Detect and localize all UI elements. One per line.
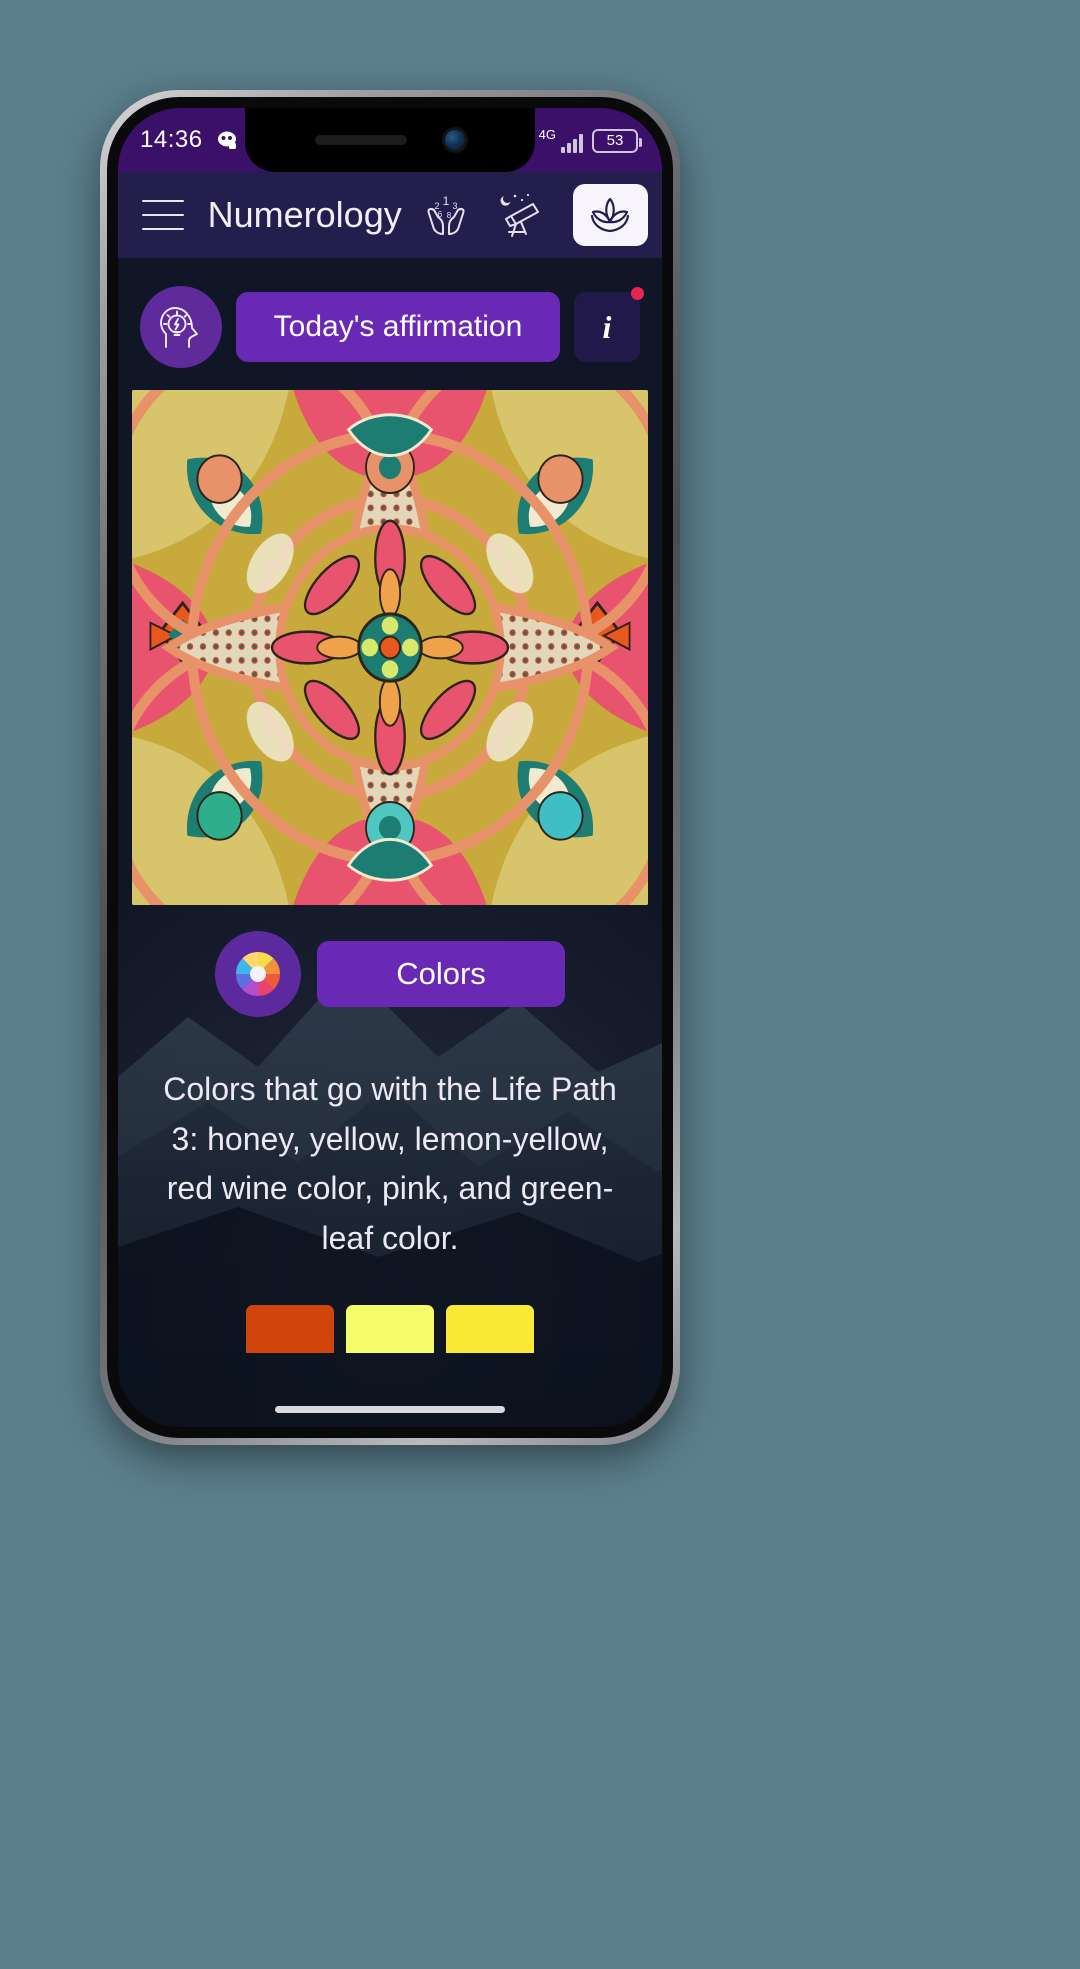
color-wheel-icon <box>235 951 281 997</box>
svg-text:1: 1 <box>443 194 450 208</box>
phone-screen: 14:36 4G 53 Numerology 1 2 3 6 8 Today's… <box>118 108 662 1427</box>
colors-button-label: Colors <box>396 956 486 991</box>
hamburger-menu-icon[interactable] <box>142 200 184 230</box>
color-swatch-row <box>118 1305 662 1354</box>
phone-bezel: 14:36 4G 53 Numerology 1 2 3 6 8 Today's… <box>107 97 673 1438</box>
info-label: i <box>602 308 612 345</box>
mandala-artwork[interactable] <box>132 390 648 905</box>
app-header: Numerology 1 2 3 6 8 <box>118 172 662 258</box>
svg-text:8: 8 <box>447 211 452 220</box>
head-lightbulb-icon <box>160 307 198 348</box>
affirmation-row: Today's affirmation i <box>118 258 662 368</box>
main-content: Today's affirmation i Colors Colors that… <box>118 258 662 1427</box>
signal-strength-icon <box>561 133 583 153</box>
network-type-label: 4G <box>538 126 556 142</box>
page-title: Numerology <box>207 194 402 235</box>
phone-frame: 14:36 4G 53 Numerology 1 2 3 6 8 Today's… <box>100 90 680 1445</box>
todays-affirmation-button[interactable]: Today's affirmation <box>236 292 560 362</box>
color-wheel-icon-button[interactable] <box>215 931 301 1017</box>
earpiece-speaker <box>315 135 407 145</box>
swatch-yellow[interactable] <box>346 1305 434 1354</box>
swatch-lemon-yellow[interactable] <box>446 1305 534 1354</box>
phone-notch <box>245 108 535 172</box>
front-camera-icon <box>445 130 465 150</box>
head-lightbulb-icon-button[interactable] <box>140 286 222 368</box>
colors-button[interactable]: Colors <box>317 941 565 1007</box>
battery-level-label: 53 <box>606 132 624 149</box>
home-indicator[interactable] <box>275 1406 505 1413</box>
swatch-honey[interactable] <box>246 1305 334 1354</box>
mandala-svg <box>132 390 648 905</box>
svg-text:3: 3 <box>453 201 458 211</box>
info-button[interactable]: i <box>574 287 644 362</box>
hands-numbers-glyph: 1 2 3 6 8 <box>427 194 465 235</box>
telescope-glyph <box>500 193 539 237</box>
lotus-icon <box>591 197 630 233</box>
lotus-icon-button[interactable] <box>572 184 649 246</box>
svg-text:6: 6 <box>438 210 443 219</box>
affirmation-label: Today's affirmation <box>273 310 523 343</box>
notification-badge <box>631 287 644 300</box>
discord-icon <box>217 131 236 149</box>
hands-numbers-icon[interactable]: 1 2 3 6 8 <box>416 184 477 246</box>
colors-row: Colors <box>118 931 662 1017</box>
battery-icon: 53 <box>592 128 642 153</box>
colors-description: Colors that go with the Life Path 3: hon… <box>163 1071 617 1256</box>
status-time: 14:36 <box>140 126 203 153</box>
telescope-icon[interactable] <box>491 184 552 246</box>
